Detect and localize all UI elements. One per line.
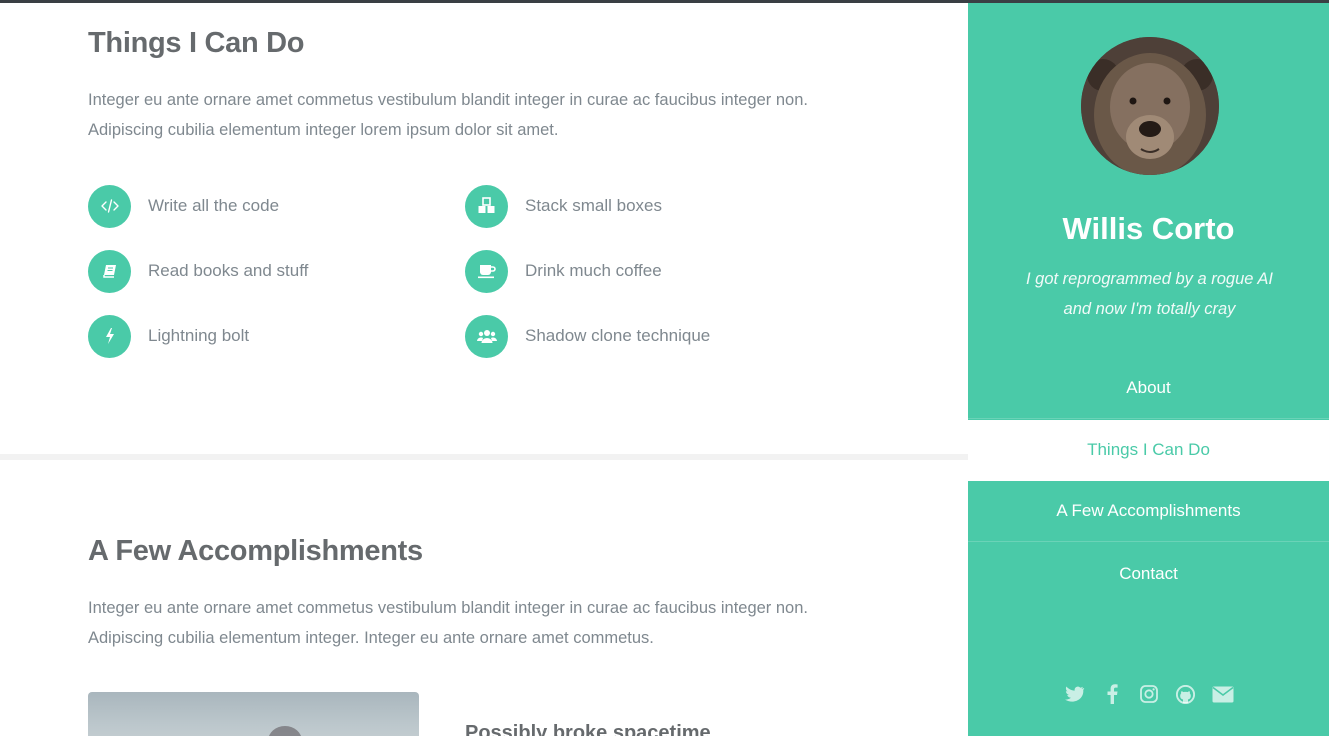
nav-item-things-i-can-do[interactable]: Things I Can Do [968, 420, 1329, 481]
facebook-icon[interactable] [1101, 683, 1123, 705]
section-skills: Things I Can Do Integer eu ante ornare a… [0, 3, 968, 454]
section-title: A Few Accomplishments [88, 535, 423, 567]
feature-item: Write all the code [88, 184, 279, 228]
nav-item-accomplishments[interactable]: A Few Accomplishments [968, 481, 1329, 542]
feature-item: Read books and stuff [88, 249, 308, 293]
github-icon[interactable] [1175, 683, 1197, 705]
code-icon [88, 184, 131, 228]
avatar [1081, 37, 1219, 175]
feature-label: Lightning bolt [148, 326, 250, 345]
instagram-icon[interactable] [1138, 683, 1160, 705]
section-text: Integer eu ante ornare amet commetus ves… [88, 599, 808, 647]
section-text: Integer eu ante ornare amet commetus ves… [88, 91, 808, 139]
bio-line: and now I'm totally cray [1063, 300, 1236, 318]
feature-label: Stack small boxes [525, 196, 662, 215]
book-icon [88, 249, 131, 293]
sidebar: Willis Corto I got reprogrammed by a rog… [968, 3, 1329, 736]
accomplishment-image[interactable] [88, 692, 419, 736]
social-links [968, 683, 1329, 705]
bolt-icon [88, 314, 131, 358]
accomplishment-title[interactable]: Possibly broke spacetime [465, 722, 711, 736]
section-accomplishments: A Few Accomplishments Integer eu ante or… [0, 460, 968, 736]
feature-label: Shadow clone technique [525, 326, 711, 345]
main-content: Things I Can Do Integer eu ante ornare a… [0, 3, 968, 736]
users-icon [465, 314, 508, 358]
section-title: Things I Can Do [88, 27, 305, 59]
nav-item-contact[interactable]: Contact [968, 543, 1329, 604]
twitter-icon[interactable] [1064, 683, 1086, 705]
feature-label: Drink much coffee [525, 261, 662, 280]
feature-label: Write all the code [148, 196, 280, 215]
feature-label: Read books and stuff [148, 261, 309, 280]
bio-line: I got reprogrammed by a rogue AI [1025, 270, 1274, 288]
feature-item: Lightning bolt [88, 314, 249, 358]
cubes-icon [465, 184, 508, 228]
nav-item-about[interactable]: About [968, 358, 1329, 419]
email-icon[interactable] [1212, 683, 1234, 705]
profile-bio: I got reprogrammed by a rogue AI and now… [1008, 264, 1291, 324]
profile-name: Willis Corto [1062, 211, 1235, 246]
feature-item: Shadow clone technique [465, 314, 710, 358]
feature-item: Drink much coffee [465, 249, 662, 293]
feature-item: Stack small boxes [465, 184, 662, 228]
coffee-icon [465, 249, 508, 293]
